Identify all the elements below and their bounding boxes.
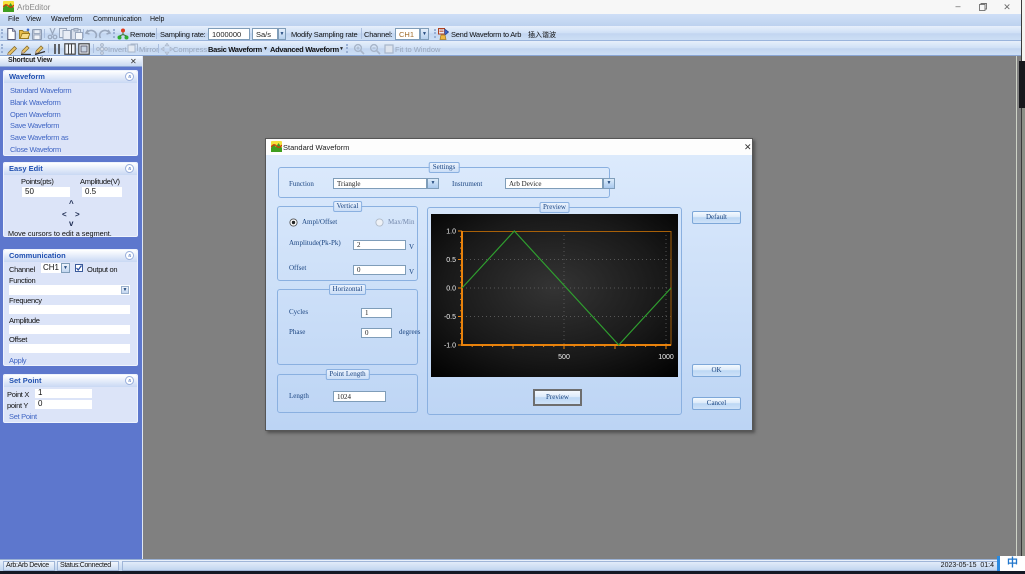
svg-text:1.0: 1.0	[446, 229, 456, 236]
svg-text:-1.0: -1.0	[444, 343, 456, 350]
svg-text:0.5: 0.5	[446, 257, 456, 264]
svg-text:0.0: 0.0	[446, 286, 456, 293]
svg-text:-0.5: -0.5	[444, 314, 456, 321]
svg-text:1000: 1000	[658, 354, 674, 361]
svg-text:500: 500	[558, 354, 570, 361]
